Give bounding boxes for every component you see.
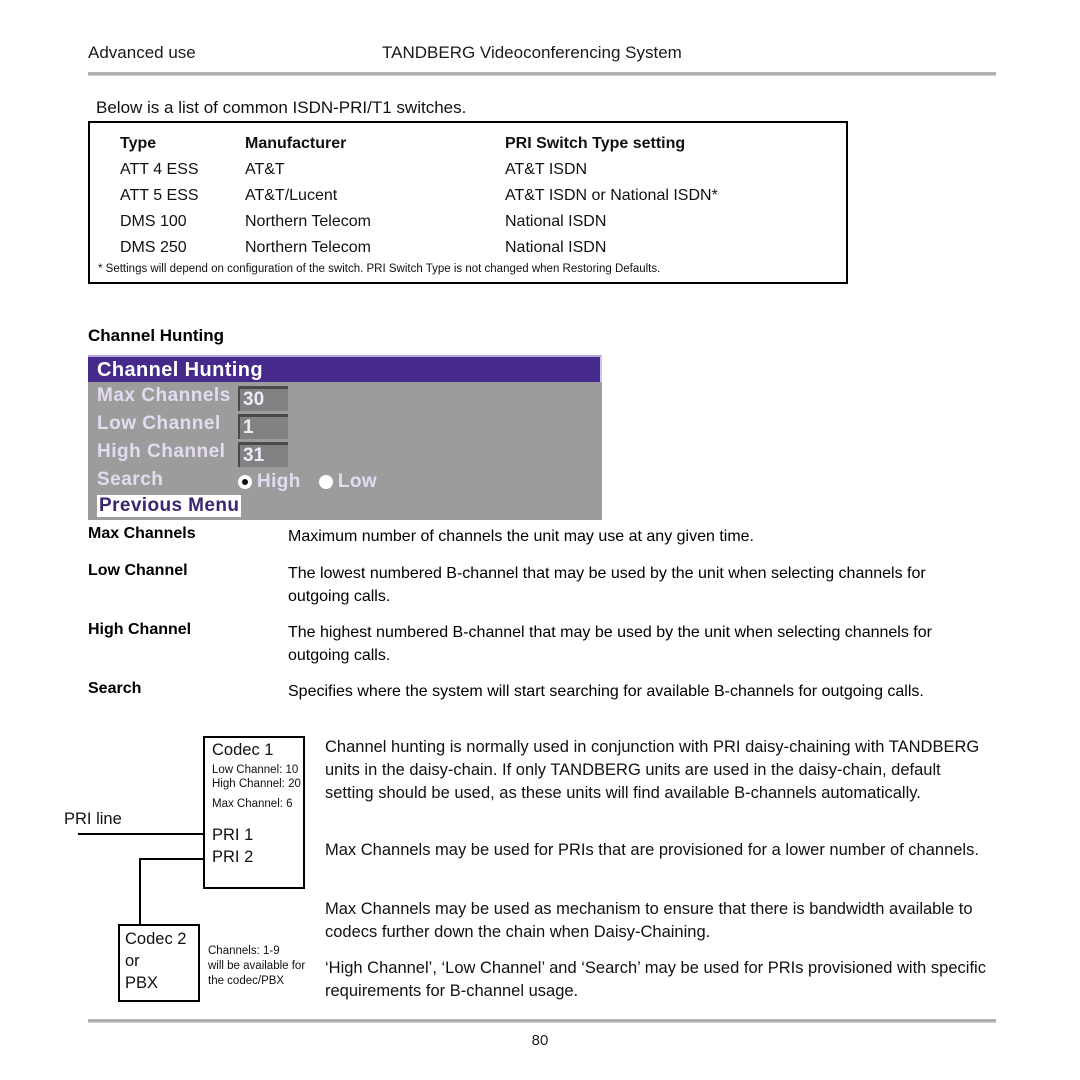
cell-type: ATT 5 ESS — [120, 187, 199, 204]
osd-previous-menu-label: Previous Menu — [99, 495, 240, 516]
radio-label-high[interactable]: High — [257, 471, 301, 493]
diagram-codec1-title: Codec 1 — [212, 741, 274, 759]
paragraph-max-channels-bandwidth: Max Channels may be used as mechanism to… — [325, 900, 973, 941]
radio-low-icon[interactable] — [318, 475, 333, 489]
table-footnote: * Settings will depend on configuration … — [98, 263, 661, 275]
paragraph-high-low-search: ‘High Channel’, ‘Low Channel’ and ‘Searc… — [325, 959, 986, 1000]
diagram-codec1-port-pri2: PRI 2 — [212, 848, 254, 866]
diagram-pri-line-label: PRI line — [64, 810, 122, 828]
table-row: ATT 5 ESS AT&T/Lucent AT&T ISDN or Natio… — [90, 187, 846, 213]
paragraph-daisy-chaining: Channel hunting is normally used in conj… — [325, 738, 980, 802]
osd-field-max-channels[interactable]: Max Channels 30 — [88, 385, 602, 413]
osd-label-max-channels: Max Channels — [97, 385, 231, 406]
osd-value-high-channel[interactable]: 31 — [238, 442, 288, 467]
osd-title-text: Channel Hunting — [97, 359, 263, 381]
channel-hunting-osd-panel: Channel Hunting Max Channels 30 Low Chan… — [88, 355, 602, 520]
osd-field-low-channel[interactable]: Low Channel 1 — [88, 413, 602, 441]
cell-manufacturer: Northern Telecom — [245, 213, 371, 230]
cell-manufacturer: AT&T/Lucent — [245, 187, 338, 204]
paragraph-max-channels-provisioned: Max Channels may be used for PRIs that a… — [325, 841, 979, 859]
table-row: DMS 100 Northern Telecom National ISDN — [90, 213, 846, 239]
running-head-left: Advanced use — [88, 43, 196, 62]
osd-value-text-low-channel: 1 — [243, 417, 254, 438]
document-page: Advanced use TANDBERG Videoconferencing … — [0, 0, 1080, 1080]
diagram-note-available: will be available for — [208, 960, 306, 972]
definition-term-high-channel: High Channel — [88, 621, 192, 638]
definition-body-max-channels: Maximum number of channels the unit may … — [288, 528, 754, 545]
definition-body-search: Specifies where the system will start se… — [288, 683, 924, 700]
osd-value-low-channel[interactable]: 1 — [238, 414, 288, 439]
radio-high-icon[interactable] — [238, 475, 252, 489]
cell-type: DMS 100 — [120, 213, 187, 230]
pri-daisy-chain-diagram: Codec 1 Low Channel: 10 High Channel: 20… — [60, 728, 325, 1013]
definition-body-high-channel: The highest numbered B-channel that may … — [288, 624, 932, 664]
diagram-codec1-high-channel: High Channel: 20 — [212, 778, 301, 790]
table-header-row: Type Manufacturer PRI Switch Type settin… — [90, 135, 846, 161]
radio-label-low[interactable]: Low — [338, 471, 377, 493]
osd-field-search[interactable]: Search High Low — [88, 469, 602, 497]
diagram-codec2-pbx: PBX — [125, 974, 159, 992]
osd-label-low-channel: Low Channel — [97, 413, 221, 434]
osd-title-bar: Channel Hunting — [88, 355, 602, 382]
cell-pri-switch-type: AT&T ISDN or National ISDN* — [505, 187, 718, 204]
diagram-wire-pri2-horizontal — [139, 858, 205, 860]
osd-label-search: Search — [97, 469, 164, 490]
osd-field-high-channel[interactable]: High Channel 31 — [88, 441, 602, 469]
diagram-codec1-max-channel: Max Channel: 6 — [212, 798, 293, 810]
osd-search-radio-group[interactable]: High Low — [238, 471, 395, 495]
section-heading: Channel Hunting — [88, 326, 224, 345]
footer-rule — [88, 1019, 996, 1023]
diagram-note-codec-pbx: the codec/PBX — [208, 975, 285, 987]
diagram-wire-pri2-vertical — [139, 858, 141, 926]
diagram-wire-pri-line — [78, 833, 205, 835]
cell-pri-switch-type: National ISDN — [505, 213, 607, 230]
diagram-codec1-low-channel: Low Channel: 10 — [212, 764, 299, 776]
column-header-pri-switch-type: PRI Switch Type setting — [505, 135, 686, 152]
definition-term-low-channel: Low Channel — [88, 562, 188, 579]
cell-manufacturer: AT&T — [245, 161, 285, 178]
osd-value-max-channels[interactable]: 30 — [238, 386, 288, 411]
running-head: Advanced use TANDBERG Videoconferencing … — [88, 43, 996, 69]
cell-type: DMS 250 — [120, 239, 187, 256]
column-header-type: Type — [120, 135, 157, 152]
table-row: ATT 4 ESS AT&T AT&T ISDN — [90, 161, 846, 187]
osd-value-text-max-channels: 30 — [243, 389, 265, 410]
definition-term-max-channels: Max Channels — [88, 525, 196, 542]
diagram-codec2-title: Codec 2 — [125, 930, 187, 948]
isdn-switch-table: Type Manufacturer PRI Switch Type settin… — [88, 121, 848, 284]
header-rule — [88, 72, 996, 76]
running-head-center: TANDBERG Videoconferencing System — [382, 43, 682, 62]
osd-previous-menu-item[interactable]: Previous Menu — [97, 495, 242, 517]
diagram-codec1-port-pri1: PRI 1 — [212, 826, 254, 844]
diagram-codec2-or: or — [125, 952, 140, 970]
column-header-manufacturer: Manufacturer — [245, 135, 347, 152]
osd-label-high-channel: High Channel — [97, 441, 226, 462]
page-number: 80 — [531, 1032, 549, 1049]
cell-pri-switch-type: National ISDN — [505, 239, 607, 256]
cell-pri-switch-type: AT&T ISDN — [505, 161, 588, 178]
cell-type: ATT 4 ESS — [120, 161, 199, 178]
definition-term-search: Search — [88, 680, 142, 697]
diagram-note-channels: Channels: 1-9 — [208, 945, 280, 957]
definition-body-low-channel: The lowest numbered B-channel that may b… — [288, 565, 926, 605]
intro-text: Below is a list of common ISDN-PRI/T1 sw… — [96, 98, 467, 117]
cell-manufacturer: Northern Telecom — [245, 239, 371, 256]
osd-value-text-high-channel: 31 — [243, 445, 265, 466]
table-row: DMS 250 Northern Telecom National ISDN — [90, 239, 846, 265]
